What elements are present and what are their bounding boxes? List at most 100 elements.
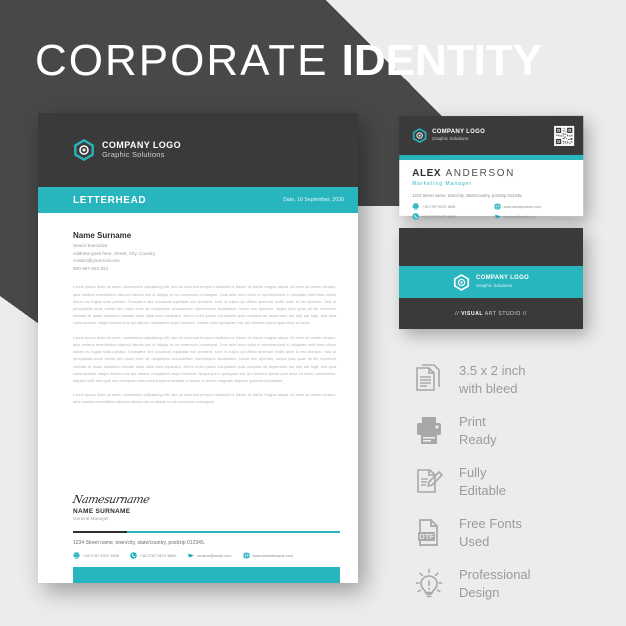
footer-contact-text: urname@email.com xyxy=(196,553,232,558)
letterhead-logo-name: COMPANY LOGO xyxy=(102,140,181,151)
feature-line-1: Free Fonts xyxy=(459,516,522,532)
feature-line-2: Design xyxy=(459,584,500,600)
feature-line-1: Professional xyxy=(459,567,531,583)
footer-contact-list: +18 2767 9470 1808 +18 2767 9470 1808 ur… xyxy=(73,552,340,559)
feature-item-editable: Fully Editable xyxy=(415,464,531,499)
signature-block: Namesurname NAME SURNAME General Manager xyxy=(71,493,151,521)
card-front-logo: COMPANY LOGO Graphic Solutions xyxy=(412,128,486,144)
letterhead-header: COMPANY LOGO Graphic Solutions xyxy=(38,113,358,187)
body-paragraph: Lorem ipsum dolor sit amet, consectetur … xyxy=(73,334,336,383)
letterhead-accent-bar: LETTERHEAD Date, 10 September, 2030 xyxy=(38,187,358,213)
card-contact-text: www.websitename.com xyxy=(503,204,542,209)
recipient-phone: 000-987-654-321 xyxy=(73,265,109,271)
card-contact-item[interactable]: +18 2767 9470 1808 xyxy=(412,213,488,220)
business-card-back[interactable]: COMPANY LOGO Graphic Solutions // VISUAL… xyxy=(399,228,583,329)
card-contact-text: +18 2767 9470 1808 xyxy=(422,214,456,219)
card-front-logo-tagline: Graphic Solutions xyxy=(432,136,469,142)
letterhead-logo-tagline: Graphic Solutions xyxy=(102,150,165,160)
footer-contact-text: +18 2767 9470 1808 xyxy=(83,553,119,558)
card-front-header: COMPANY LOGO Graphic Solutions xyxy=(399,115,584,156)
card-front-first-name: ALEX xyxy=(412,167,442,179)
feature-text: Free Fonts Used xyxy=(459,515,522,550)
card-front-body: ALEX ANDERSON Marketing Manager 1234 Str… xyxy=(399,160,583,220)
recipient-role: Senior Executive xyxy=(73,243,108,248)
feature-line-2: Editable xyxy=(459,482,506,498)
card-back-top-space xyxy=(399,228,583,266)
letterhead-footer: 1234 Street name, town/city, state/count… xyxy=(38,531,358,583)
feature-line-1: Fully xyxy=(459,465,487,481)
feature-line-1: Print xyxy=(459,414,486,430)
tagline-bold: VISUAL xyxy=(461,310,484,317)
body-paragraph: Lorem ipsum dolor sit amet, consectetur … xyxy=(73,392,336,405)
hexagon-logo-icon xyxy=(413,128,428,144)
title-light-word: CORPORATE xyxy=(35,36,329,85)
feature-item-print: Print Ready xyxy=(415,413,531,448)
feature-line-2: with bleed xyxy=(459,380,518,396)
card-back-logo-name: COMPANY LOGO xyxy=(475,275,530,282)
recipient-address: Address goes here, Street, City, Country xyxy=(73,250,156,256)
footer-contact-item[interactable]: www.websitename.com xyxy=(242,552,294,559)
signature-name: NAME SURNAME xyxy=(73,508,131,515)
card-front-address: 1234 Street name, town/city, state/count… xyxy=(412,192,523,199)
qr-code-icon[interactable] xyxy=(554,125,575,146)
letterhead-mockup[interactable]: COMPANY LOGO Graphic Solutions LETTERHEA… xyxy=(38,113,358,583)
footer-contact-item[interactable]: +18 2767 9470 1808 xyxy=(130,552,176,559)
business-card-front[interactable]: COMPANY LOGO Graphic Solutions ALEX ANDE… xyxy=(399,115,584,220)
footer-address: 1234 Street name, town/city, state/count… xyxy=(73,540,206,546)
footer-contact-item[interactable]: urname@email.com xyxy=(187,552,232,559)
footer-divider xyxy=(73,531,340,533)
phone-icon xyxy=(413,213,420,220)
svg-text:OTF: OTF xyxy=(419,532,434,541)
card-back-tagline: // VISUAL ART STUDIO // xyxy=(455,311,527,317)
feature-line-2: Used xyxy=(459,533,490,549)
title-bold-word: IDENTITY xyxy=(341,36,543,85)
recipient-name: Name Surname xyxy=(73,231,132,240)
fax-icon xyxy=(73,552,80,559)
letterhead-paragraphs: Lorem ipsum dolor sit amet, consectetur … xyxy=(73,283,336,405)
footer-contact-text: +18 2767 9470 1808 xyxy=(139,553,176,558)
hexagon-logo-icon xyxy=(74,139,94,161)
card-contact-item[interactable]: urname@email.com xyxy=(493,213,570,220)
footer-contact-item[interactable]: +18 2767 9470 1808 xyxy=(73,552,119,559)
tagline-suffix: ART STUDIO // xyxy=(483,310,527,317)
lightbulb-icon xyxy=(415,568,443,598)
recipient-block: Name Surname Senior Executive Address go… xyxy=(73,231,336,272)
feature-item-design: Professional Design xyxy=(415,566,531,601)
card-contact-item[interactable]: +18 2767 9470 1808 xyxy=(412,203,488,210)
feature-text: Fully Editable xyxy=(459,464,506,499)
feature-item-fonts: OTF Free Fonts Used xyxy=(415,515,531,550)
feature-line-2: Ready xyxy=(459,431,497,447)
edit-icon xyxy=(417,468,443,493)
globe-icon xyxy=(493,203,501,210)
signature-script: Namesurname xyxy=(71,493,151,506)
phone-icon xyxy=(130,552,137,559)
feature-list: 3.5 x 2 inch with bleed Print Ready Full… xyxy=(415,362,531,601)
fax-icon xyxy=(413,203,420,210)
card-front-logo-name: COMPANY LOGO xyxy=(432,128,486,135)
feature-text: Professional Design xyxy=(459,566,531,601)
email-icon xyxy=(187,553,194,558)
letterhead-bottom-bar xyxy=(73,567,340,583)
hexagon-logo-icon xyxy=(453,273,470,291)
footer-contact-text: www.websitename.com xyxy=(252,553,294,558)
feature-line-1: 3.5 x 2 inch xyxy=(459,363,526,378)
printer-icon xyxy=(417,416,441,444)
card-back-logo-tagline: Graphic Solutions xyxy=(475,282,513,288)
letterhead-date: Date, 10 September, 2030 xyxy=(283,197,344,203)
email-icon xyxy=(493,214,500,219)
card-back-logo-band: COMPANY LOGO Graphic Solutions xyxy=(399,266,583,298)
feature-item-size: 3.5 x 2 inch with bleed xyxy=(415,362,531,397)
body-paragraph: Lorem ipsum dolor sit amet, consectetur … xyxy=(73,284,336,326)
card-contact-text: +18 2767 9470 1808 xyxy=(422,204,456,209)
otf-font-icon: OTF xyxy=(418,518,438,546)
card-back-footer: // VISUAL ART STUDIO // xyxy=(399,298,583,329)
feature-text: 3.5 x 2 inch with bleed xyxy=(459,362,526,397)
globe-icon xyxy=(242,552,250,559)
page-title: CORPORATE IDENTITY xyxy=(35,36,542,86)
card-contact-item[interactable]: www.websitename.com xyxy=(493,203,570,210)
card-front-contact-list: +18 2767 9470 1808 www.websitename.com +… xyxy=(412,203,570,220)
recipient-email: contact@yourmail.com xyxy=(73,258,120,264)
card-front-role: Marketing Manager xyxy=(412,180,473,187)
letterhead-logo: COMPANY LOGO Graphic Solutions xyxy=(73,139,181,161)
letterhead-section-label: LETTERHEAD xyxy=(73,194,147,206)
